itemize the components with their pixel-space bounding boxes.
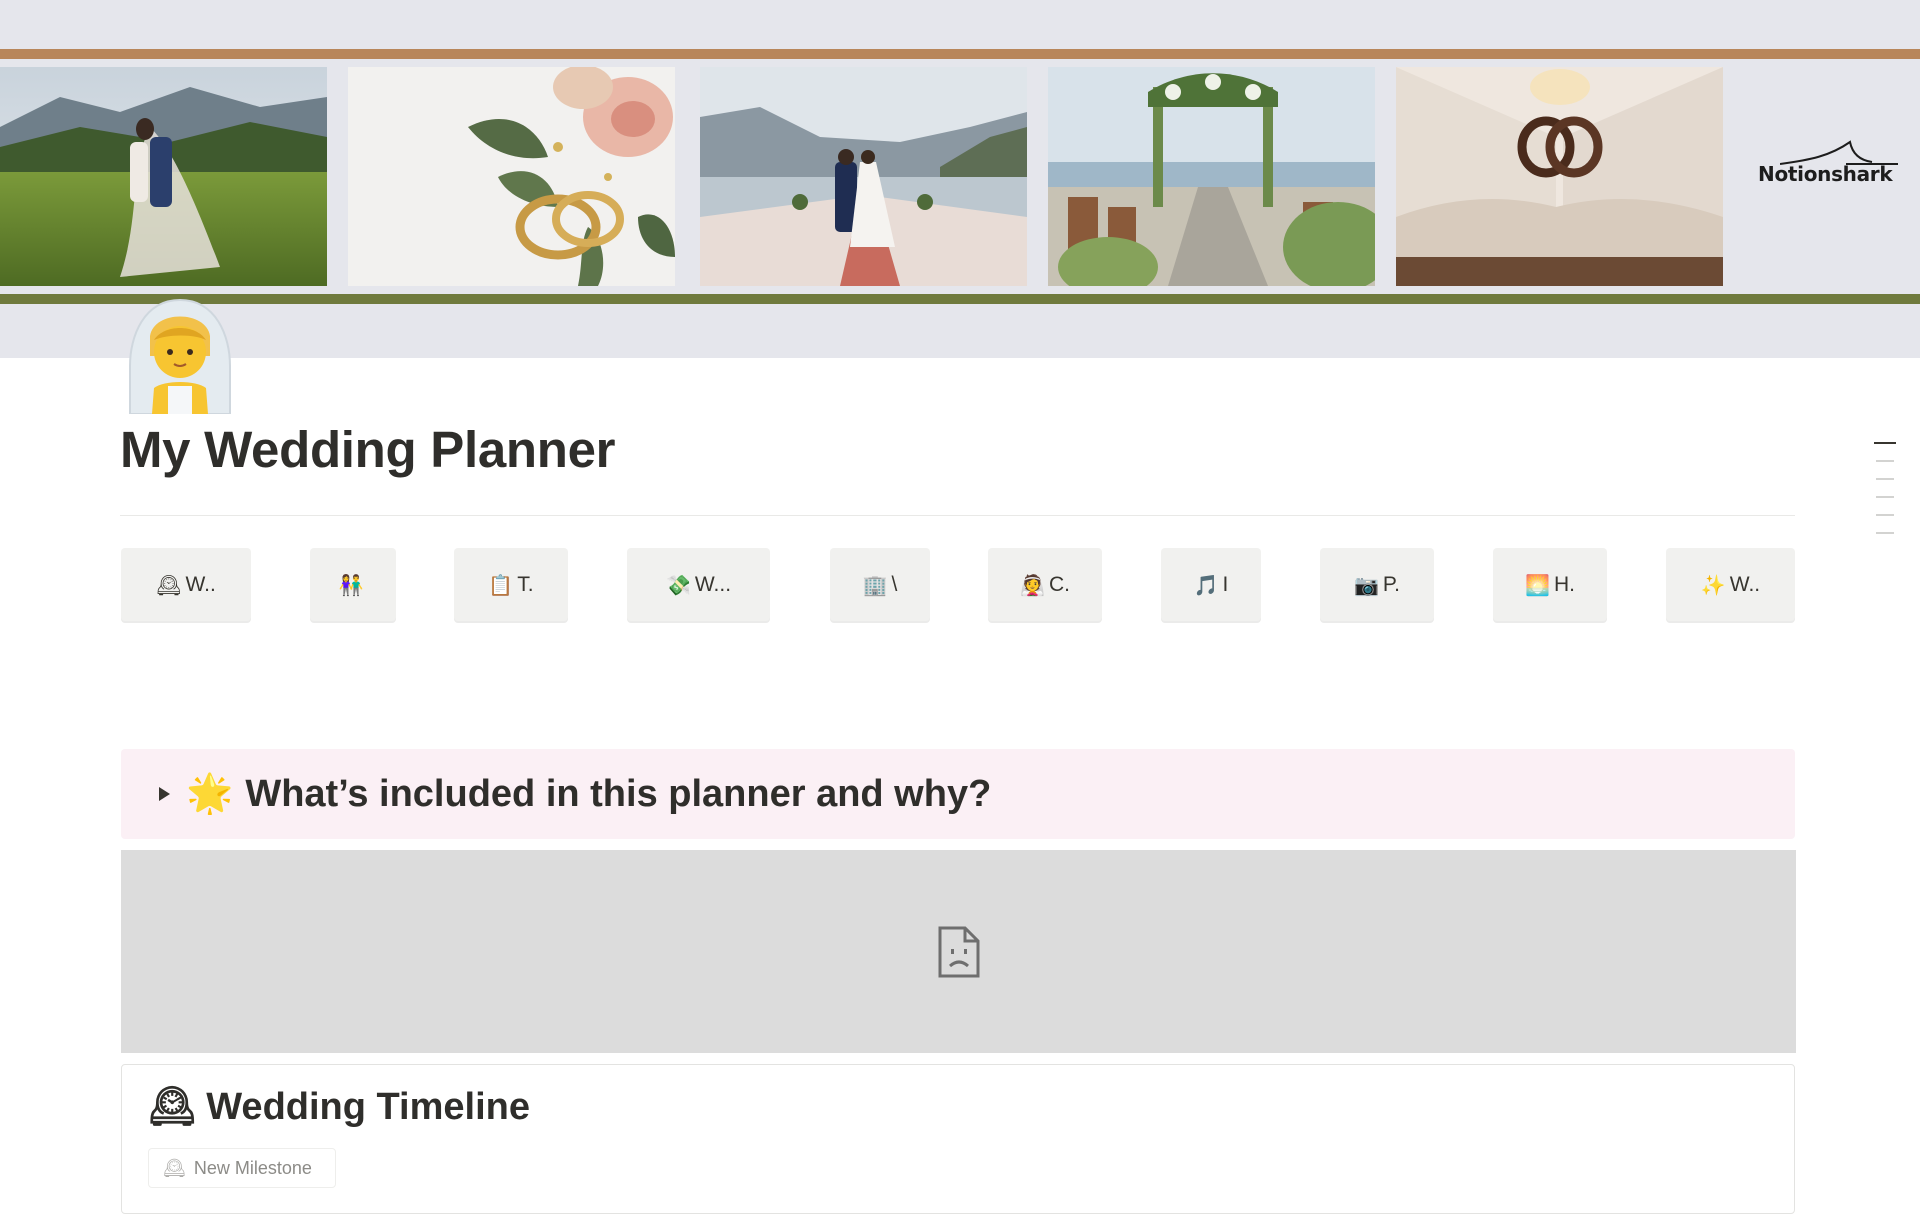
checklist-icon: 📋 <box>488 572 514 597</box>
office-building-icon: 🏢 <box>862 572 888 597</box>
couple-walking-aisle-photo <box>700 67 1027 286</box>
broken-embed-block[interactable] <box>121 850 1796 1053</box>
brand-name: Notionshark <box>1758 162 1893 186</box>
toc-line[interactable] <box>1876 514 1894 516</box>
nav-tasks-button[interactable]: 📋 T. <box>454 548 568 621</box>
wedding-rings-with-roses-photo <box>348 67 675 286</box>
new-milestone-label: New Milestone <box>193 1157 312 1178</box>
broken-file-icon <box>938 926 979 977</box>
rings-on-open-book-photo <box>1396 67 1723 286</box>
nav-honeymoon-button[interactable]: 🌅 H. <box>1493 548 1607 621</box>
title-divider <box>120 515 1795 516</box>
camera-icon: 📷 <box>1353 572 1379 597</box>
nav-wishlist-button[interactable]: ✨ W.. <box>1666 548 1795 621</box>
glowing-star-icon: 🌟 <box>186 773 234 815</box>
bride-icon: 👰 <box>1020 572 1045 597</box>
table-of-contents-minimap[interactable] <box>1874 442 1896 550</box>
nav-wedding-timeline-button[interactable]: 🕰 W.. <box>121 548 251 621</box>
nav-photography-button[interactable]: 📷 P. <box>1320 548 1434 621</box>
nav-ceremony-button[interactable]: 👰 C. <box>988 548 1102 621</box>
page-title[interactable]: My Wedding Planner <box>120 420 616 479</box>
mantelpiece-clock-icon: 🕰 <box>163 1157 186 1178</box>
nav-venues-button[interactable]: 🏢 \ <box>830 548 930 621</box>
sparkles-icon: ✨ <box>1700 572 1726 597</box>
toggle-triangle-icon[interactable] <box>159 787 170 801</box>
nav-music-button[interactable]: 🎵 I <box>1161 548 1261 621</box>
new-milestone-button[interactable]: 🕰 New Milestone <box>148 1148 336 1188</box>
toc-line[interactable] <box>1876 460 1894 462</box>
timeline-title-text: Wedding Timeline <box>206 1085 530 1128</box>
money-with-wings-icon: 💸 <box>665 572 691 597</box>
bride-with-veil-icon[interactable] <box>124 296 236 415</box>
nav-guests-button[interactable]: 👫 <box>310 548 396 621</box>
floral-arch-ceremony-photo <box>1048 67 1375 286</box>
page-cover: Notionshark <box>0 0 1920 358</box>
couple-icon: 👫 <box>338 572 364 597</box>
wedding-timeline-heading[interactable]: 🕰 Wedding Timeline <box>148 1085 530 1129</box>
cover-stripe-top <box>0 49 1920 59</box>
notionshark-logo: Notionshark <box>1730 138 1900 198</box>
mantelpiece-clock-icon: 🕰 <box>148 1086 197 1128</box>
toc-line[interactable] <box>1876 496 1894 498</box>
included-toggle-callout[interactable]: 🌟 What’s included in this planner and wh… <box>121 749 1795 839</box>
wedding-timeline-section: 🕰 Wedding Timeline 🕰 New Milestone <box>121 1064 1795 1214</box>
mantelpiece-clock-icon: 🕰 <box>156 572 182 597</box>
cover-photo-strip <box>0 67 1920 286</box>
sunrise-icon: 🌅 <box>1525 572 1550 597</box>
music-note-icon: 🎵 <box>1193 572 1219 597</box>
toc-line-active[interactable] <box>1874 442 1896 444</box>
nav-wedding-budget-button[interactable]: 💸 W... <box>627 548 770 621</box>
toc-line[interactable] <box>1876 532 1894 534</box>
toc-line[interactable] <box>1876 478 1894 480</box>
couple-in-meadow-photo <box>0 67 327 286</box>
cover-stripe-bottom <box>0 294 1920 304</box>
callout-heading: What’s included in this planner and why? <box>245 772 992 815</box>
